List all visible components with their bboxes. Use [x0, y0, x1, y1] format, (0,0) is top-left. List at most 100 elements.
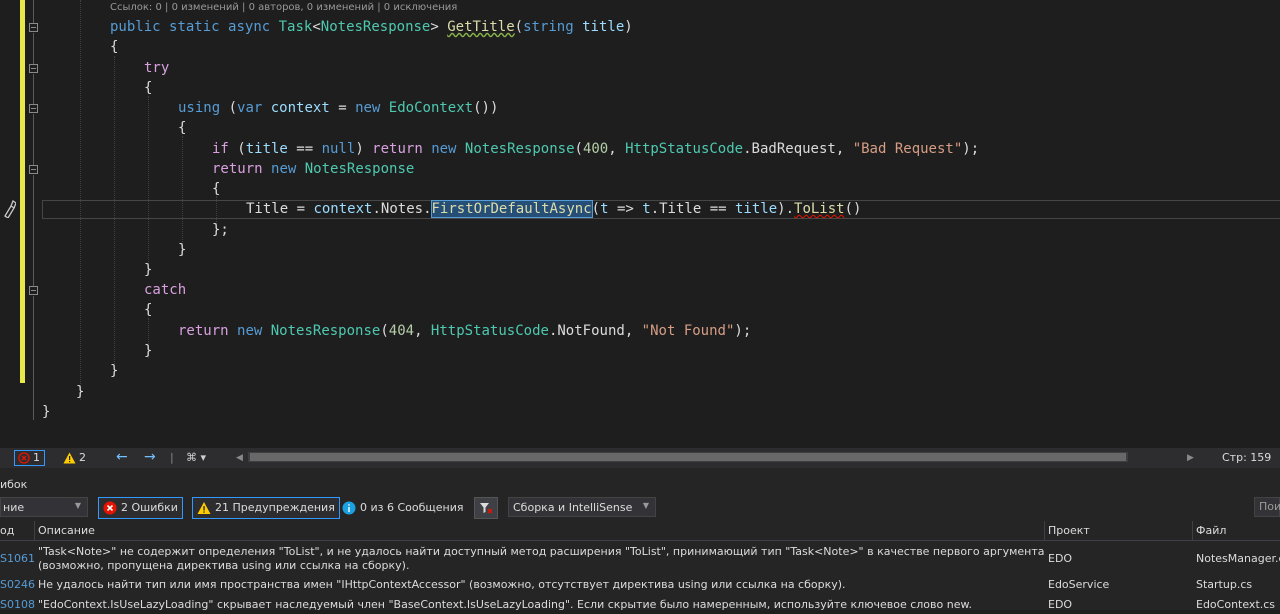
column-header-file[interactable]: Файл — [1196, 524, 1226, 537]
messages-filter-button[interactable]: 0 из 6 Сообщения — [337, 497, 469, 519]
error-file: EdoContext.cs — [1196, 598, 1276, 611]
type-name: NotesResponse — [464, 141, 575, 157]
code-line[interactable]: } — [42, 402, 50, 422]
column-header-project[interactable]: Проект — [1048, 524, 1090, 537]
code-line[interactable]: } — [76, 382, 84, 402]
errors-indicator[interactable]: 1 — [14, 450, 45, 466]
error-code-link[interactable]: S0246 — [0, 578, 35, 591]
keyword: public — [110, 19, 161, 35]
fold-toggle-try[interactable] — [29, 64, 38, 73]
code-line-title-assignment[interactable]: Title = context.Notes.FirstOrDefaultAsyn… — [246, 199, 861, 219]
code-line-return[interactable]: return new NotesResponse — [212, 159, 414, 179]
error-description: "Task<Note>" не содержит определения "To… — [38, 545, 1045, 572]
warnings-indicator[interactable]: 2 — [63, 450, 86, 466]
code-line[interactable]: }; — [212, 220, 229, 240]
keyword: new — [237, 323, 263, 339]
errors-count: 1 — [33, 451, 40, 464]
filter-toggle-button[interactable] — [474, 497, 498, 519]
error-list-header: од Описание Проект Файл — [0, 521, 1280, 541]
error-search-input[interactable]: Пои — [1254, 497, 1280, 517]
warnings-filter-button[interactable]: 21 Предупреждения — [192, 497, 340, 519]
code-line[interactable]: { — [110, 37, 118, 57]
code-line-if[interactable]: if (title == null) return new NotesRespo… — [212, 139, 979, 159]
scope-filter-value: ние — [3, 501, 25, 514]
navigate-forward-icon[interactable]: → — [144, 450, 156, 466]
fold-line — [33, 74, 34, 104]
fold-toggle-catch[interactable] — [29, 286, 38, 295]
error-file: Startup.cs — [1196, 578, 1253, 591]
property: Notes — [380, 201, 424, 217]
parameter: t — [642, 201, 651, 217]
change-indicator-bar — [20, 0, 25, 383]
panel-title: ибок — [0, 478, 28, 491]
brush-dropdown-icon[interactable]: ⌘ ▾ — [186, 450, 206, 466]
fold-toggle-return[interactable] — [29, 165, 38, 174]
variable: context — [313, 201, 373, 217]
fold-line — [33, 114, 34, 165]
code-line-try[interactable]: try — [144, 58, 169, 78]
type-name: NotesResponse — [270, 323, 381, 339]
error-project: EDO — [1048, 598, 1073, 611]
code-line-return-notfound[interactable]: return new NotesResponse(404, HttpStatus… — [178, 321, 751, 341]
code-line[interactable]: { — [212, 179, 220, 199]
scroll-left-icon[interactable]: ◀ — [236, 450, 243, 466]
info-icon — [342, 501, 356, 515]
code-line-method-signature[interactable]: public static async Task<NotesResponse> … — [110, 17, 633, 37]
keyword: null — [321, 141, 356, 157]
horizontal-scrollbar-thumb[interactable] — [250, 453, 1126, 461]
scroll-right-icon[interactable]: ▶ — [1187, 450, 1194, 466]
build-source-dropdown[interactable]: Сборка и IntelliSense ▼ — [508, 497, 656, 517]
keyword: return — [372, 141, 423, 157]
error-row[interactable]: S0246 Не удалось найти тип или имя прост… — [0, 578, 1280, 594]
column-separator[interactable] — [34, 521, 35, 540]
chevron-down-icon: ▼ — [642, 501, 649, 510]
editor-status-bar: 1 2 ← → | ⌘ ▾ ◀ ▶ Стр: 159 — [0, 448, 1280, 468]
code-line[interactable]: } — [110, 361, 118, 381]
warning-icon — [197, 502, 211, 514]
error-list-toolbar: ние ▼ 2 Ошибки 21 Предупреждения 0 из 6 … — [0, 497, 1280, 521]
type-name: NotesResponse — [320, 19, 431, 35]
fold-line — [33, 175, 34, 286]
keyword: new — [355, 100, 381, 116]
error-project: EDO — [1048, 552, 1073, 565]
code-line[interactable]: { — [144, 78, 152, 98]
error-code-link[interactable]: S0108 — [0, 598, 35, 611]
error-icon — [103, 501, 117, 515]
code-line-catch[interactable]: catch — [144, 280, 186, 300]
keyword: var — [237, 100, 263, 116]
column-header-description[interactable]: Описание — [38, 524, 95, 537]
code-line[interactable]: } — [144, 260, 152, 280]
line-position: Стр: 159 — [1222, 451, 1272, 464]
keyword: catch — [144, 282, 187, 298]
fold-toggle-method[interactable] — [29, 23, 38, 32]
chevron-down-icon: ▼ — [74, 501, 81, 510]
method-name-highlighted: FirstOrDefaultAsync — [430, 200, 593, 218]
code-line[interactable]: { — [178, 118, 186, 138]
codelens-references[interactable]: Ссылок: 0 | 0 изменений | 0 авторов, 0 и… — [110, 2, 457, 13]
string-literal: "Bad Request" — [852, 141, 963, 157]
code-editor[interactable]: Ссылок: 0 | 0 изменений | 0 авторов, 0 и… — [0, 0, 1280, 448]
breakpoint-pin-icon[interactable] — [2, 200, 16, 218]
navigate-back-icon[interactable]: ← — [116, 450, 128, 466]
column-header-code[interactable]: од — [0, 524, 14, 537]
fold-toggle-using[interactable] — [29, 104, 38, 113]
indent-guide — [182, 136, 183, 256]
fold-line — [33, 296, 34, 420]
enum-member: BadRequest — [751, 141, 836, 157]
scope-filter-dropdown[interactable]: ние ▼ — [0, 497, 88, 517]
warning-icon — [63, 452, 76, 464]
type-name: HttpStatusCode — [430, 323, 549, 339]
code-line[interactable]: } — [144, 341, 152, 361]
error-code-link[interactable]: S1061 — [0, 552, 35, 565]
column-separator[interactable] — [1192, 521, 1193, 540]
error-row[interactable]: S1061 "Task<Note>" не содержит определен… — [0, 544, 1280, 574]
fold-line — [33, 33, 34, 64]
code-line[interactable]: { — [144, 300, 152, 320]
keyword: return — [178, 323, 229, 339]
column-separator[interactable] — [1044, 521, 1045, 540]
error-row[interactable]: S0108 "EdoContext.IsUseLazyLoading" скры… — [0, 598, 1280, 614]
code-line[interactable]: } — [178, 240, 186, 260]
errors-filter-button[interactable]: 2 Ошибки — [98, 497, 183, 519]
separator: | — [170, 451, 174, 464]
code-line-using[interactable]: using (var context = new EdoContext()) — [178, 98, 498, 118]
